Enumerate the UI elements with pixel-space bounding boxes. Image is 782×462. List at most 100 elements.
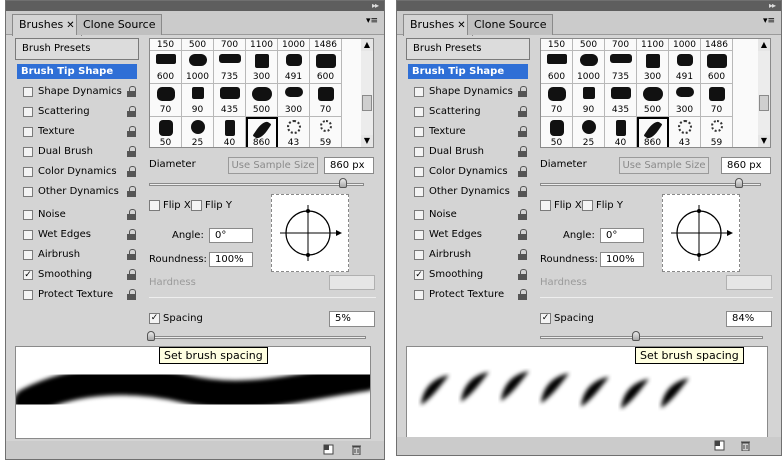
close-tab-icon[interactable]: ✕	[66, 20, 74, 31]
brush-tip-cell[interactable]: 300	[246, 51, 278, 84]
scroll-up-icon[interactable]: ▲	[361, 39, 373, 51]
brush-tip-cell[interactable]: 43	[278, 117, 310, 147]
brush-presets-button[interactable]: Brush Presets	[15, 38, 139, 60]
spacing-field[interactable]: 84%	[726, 311, 772, 327]
hardness-field[interactable]	[329, 275, 375, 290]
brush-tip-cell[interactable]: 50	[150, 117, 182, 147]
lock-icon[interactable]	[127, 146, 136, 157]
brush-option[interactable]: ✓ Smoothing	[410, 267, 530, 283]
brush-tip-cell[interactable]: 40	[214, 117, 246, 147]
option-checkbox[interactable]	[23, 290, 33, 300]
lock-icon[interactable]	[127, 289, 136, 300]
option-checkbox[interactable]	[414, 230, 424, 240]
brush-tip-cell[interactable]: 1000	[573, 51, 605, 84]
option-checkbox[interactable]	[414, 167, 424, 177]
option-checkbox[interactable]	[23, 107, 33, 117]
option-checkbox[interactable]	[23, 187, 33, 197]
close-tab-icon[interactable]: ✕	[457, 20, 465, 31]
brush-tip-cell[interactable]: 435	[605, 84, 637, 117]
brush-tip-shape-item[interactable]: Brush Tip Shape	[408, 64, 528, 79]
brush-tip-cell[interactable]: 500	[246, 84, 278, 117]
diameter-slider[interactable]	[149, 183, 364, 186]
angle-roundness-preview[interactable]	[662, 194, 740, 272]
roundness-field[interactable]: 100%	[209, 252, 253, 267]
brush-option[interactable]: Color Dynamics	[410, 164, 530, 180]
grid-scrollbar[interactable]	[758, 51, 770, 135]
spacing-slider[interactable]	[149, 336, 366, 339]
option-checkbox[interactable]	[414, 290, 424, 300]
trash-icon[interactable]	[351, 444, 362, 456]
option-checkbox[interactable]	[23, 210, 33, 220]
lock-icon[interactable]	[518, 209, 527, 220]
diameter-slider-thumb[interactable]	[735, 178, 743, 188]
scroll-up-icon[interactable]: ▲	[758, 39, 770, 51]
diameter-slider[interactable]	[540, 183, 761, 186]
collapse-panel-icon[interactable]: ▸▸	[769, 1, 776, 11]
panel-menu-icon[interactable]: ▾≡	[762, 15, 776, 27]
new-preset-icon[interactable]	[714, 440, 725, 451]
brush-tip-cell[interactable]: 735	[214, 51, 246, 84]
brush-tip-cell[interactable]: 1000	[669, 39, 701, 51]
lock-icon[interactable]	[127, 209, 136, 220]
tab-brushes[interactable]: Brushes ✕	[403, 14, 473, 36]
brush-option[interactable]: Other Dynamics	[410, 184, 530, 200]
brush-option[interactable]: Protect Texture	[19, 287, 139, 303]
lock-icon[interactable]	[518, 106, 527, 117]
hardness-slider[interactable]	[540, 297, 773, 298]
option-checkbox[interactable]	[23, 147, 33, 157]
lock-icon[interactable]	[127, 106, 136, 117]
scrollbar-thumb[interactable]	[362, 95, 372, 111]
brush-tip-cell[interactable]: 435	[214, 84, 246, 117]
lock-icon[interactable]	[127, 126, 136, 137]
option-checkbox[interactable]	[23, 87, 33, 97]
lock-icon[interactable]	[127, 229, 136, 240]
scroll-down-icon[interactable]: ▼	[758, 135, 770, 147]
lock-icon[interactable]	[518, 249, 527, 260]
option-checkbox[interactable]	[23, 230, 33, 240]
roundness-field[interactable]: 100%	[600, 252, 644, 267]
brush-tip-cell[interactable]: 1486	[701, 39, 733, 51]
brush-tip-cell[interactable]: 1000	[182, 51, 214, 84]
spacing-slider-thumb[interactable]	[147, 331, 155, 341]
lock-icon[interactable]	[518, 186, 527, 197]
brush-tip-shape-item[interactable]: Brush Tip Shape	[17, 64, 137, 79]
brush-option[interactable]: ✓ Smoothing	[19, 267, 139, 283]
brush-tip-cell[interactable]: 735	[605, 51, 637, 84]
brush-tip-cell[interactable]: 70	[150, 84, 182, 117]
lock-icon[interactable]	[518, 229, 527, 240]
brush-tip-cell[interactable]: 40	[605, 117, 637, 147]
brush-tip-cell[interactable]: 90	[573, 84, 605, 117]
brush-option[interactable]: Shape Dynamics	[19, 84, 139, 100]
brush-option[interactable]: Airbrush	[410, 247, 530, 263]
brush-tip-cell[interactable]: 491	[278, 51, 310, 84]
hardness-slider[interactable]	[149, 297, 376, 298]
panel-menu-icon[interactable]: ▾≡	[365, 15, 379, 27]
brush-tip-cell[interactable]: 500	[182, 39, 214, 51]
trash-icon[interactable]	[740, 440, 751, 452]
brush-option[interactable]: Texture	[410, 124, 530, 140]
option-checkbox[interactable]: ✓	[23, 270, 33, 280]
brush-tip-cell[interactable]: 600	[541, 51, 573, 84]
brush-tip-cell[interactable]: 491	[669, 51, 701, 84]
angle-field[interactable]: 0°	[600, 228, 644, 243]
flip-y-checkbox[interactable]	[191, 200, 202, 211]
lock-icon[interactable]	[518, 166, 527, 177]
option-checkbox[interactable]	[23, 127, 33, 137]
lock-icon[interactable]	[127, 86, 136, 97]
option-checkbox[interactable]	[414, 87, 424, 97]
option-checkbox[interactable]	[23, 167, 33, 177]
spacing-slider[interactable]	[540, 336, 763, 339]
brush-option[interactable]: Scattering	[19, 104, 139, 120]
brush-option[interactable]: Other Dynamics	[19, 184, 139, 200]
flip-x-checkbox[interactable]	[149, 200, 160, 211]
brush-tip-cell[interactable]: 1486	[310, 39, 342, 51]
brush-tip-cell[interactable]: 700	[605, 39, 637, 51]
brush-tip-cell[interactable]: 43	[669, 117, 701, 147]
brush-tip-cell[interactable]: 150	[150, 39, 182, 51]
flip-y-checkbox[interactable]	[582, 200, 593, 211]
brush-tip-cell[interactable]: 25	[182, 117, 214, 147]
brush-tip-cell[interactable]: 600	[150, 51, 182, 84]
brush-tip-cell[interactable]: 300	[637, 51, 669, 84]
hardness-field[interactable]	[726, 275, 772, 290]
lock-icon[interactable]	[518, 289, 527, 300]
